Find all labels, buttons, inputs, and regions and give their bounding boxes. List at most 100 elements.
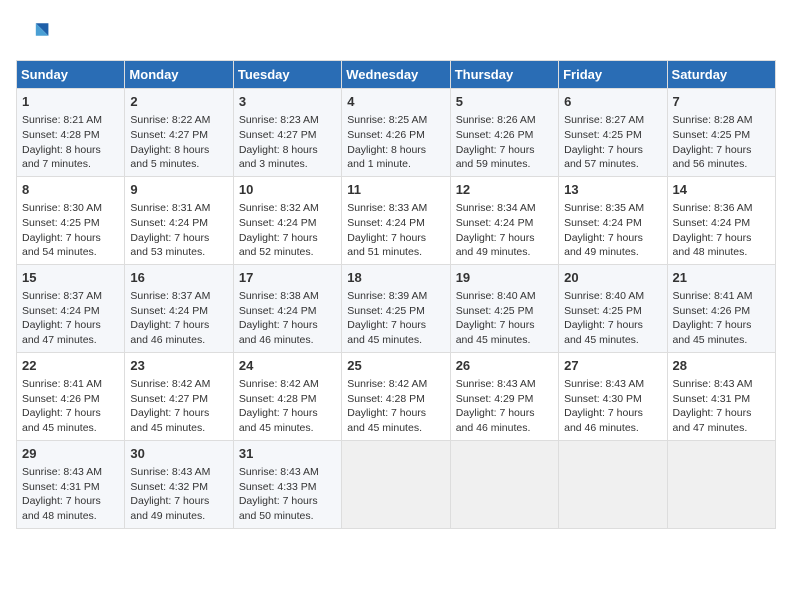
calendar-day-cell: 31 Sunrise: 8:43 AM Sunset: 4:33 PM Dayl… [233,440,341,528]
sunrise-text: Sunrise: 8:37 AM [130,290,210,302]
sunset-text: Sunset: 4:31 PM [673,393,751,405]
sunset-text: Sunset: 4:24 PM [456,217,534,229]
sunset-text: Sunset: 4:24 PM [130,217,208,229]
calendar-day-cell: 23 Sunrise: 8:42 AM Sunset: 4:27 PM Dayl… [125,352,233,440]
sunset-text: Sunset: 4:25 PM [564,129,642,141]
day-number: 31 [239,445,336,463]
sunrise-text: Sunrise: 8:42 AM [239,378,319,390]
day-number: 1 [22,93,119,111]
calendar-day-cell: 21 Sunrise: 8:41 AM Sunset: 4:26 PM Dayl… [667,264,775,352]
day-number: 21 [673,269,770,287]
day-number: 24 [239,357,336,375]
sunrise-text: Sunrise: 8:43 AM [564,378,644,390]
calendar-day-cell [450,440,558,528]
sunrise-text: Sunrise: 8:23 AM [239,114,319,126]
sunset-text: Sunset: 4:24 PM [239,217,317,229]
daylight-text: Daylight: 7 hours and 45 minutes. [347,319,426,346]
calendar-day-cell: 16 Sunrise: 8:37 AM Sunset: 4:24 PM Dayl… [125,264,233,352]
sunrise-text: Sunrise: 8:42 AM [130,378,210,390]
daylight-text: Daylight: 7 hours and 48 minutes. [673,232,752,259]
day-number: 25 [347,357,444,375]
daylight-text: Daylight: 7 hours and 45 minutes. [564,319,643,346]
calendar-day-cell: 11 Sunrise: 8:33 AM Sunset: 4:24 PM Dayl… [342,176,450,264]
sunset-text: Sunset: 4:24 PM [673,217,751,229]
day-number: 2 [130,93,227,111]
sunset-text: Sunset: 4:25 PM [564,305,642,317]
sunrise-text: Sunrise: 8:35 AM [564,202,644,214]
calendar-day-cell: 25 Sunrise: 8:42 AM Sunset: 4:28 PM Dayl… [342,352,450,440]
day-number: 11 [347,181,444,199]
calendar-day-cell: 15 Sunrise: 8:37 AM Sunset: 4:24 PM Dayl… [17,264,125,352]
day-number: 19 [456,269,553,287]
daylight-text: Daylight: 7 hours and 59 minutes. [456,144,535,171]
day-number: 10 [239,181,336,199]
sunrise-text: Sunrise: 8:36 AM [673,202,753,214]
daylight-text: Daylight: 7 hours and 52 minutes. [239,232,318,259]
sunset-text: Sunset: 4:24 PM [22,305,100,317]
daylight-text: Daylight: 7 hours and 47 minutes. [673,407,752,434]
sunset-text: Sunset: 4:27 PM [239,129,317,141]
sunrise-text: Sunrise: 8:25 AM [347,114,427,126]
daylight-text: Daylight: 7 hours and 49 minutes. [456,232,535,259]
calendar-week-row: 8 Sunrise: 8:30 AM Sunset: 4:25 PM Dayli… [17,176,776,264]
sunrise-text: Sunrise: 8:30 AM [22,202,102,214]
sunset-text: Sunset: 4:32 PM [130,481,208,493]
calendar-day-cell: 24 Sunrise: 8:42 AM Sunset: 4:28 PM Dayl… [233,352,341,440]
day-number: 22 [22,357,119,375]
calendar-day-cell: 22 Sunrise: 8:41 AM Sunset: 4:26 PM Dayl… [17,352,125,440]
calendar-day-cell [342,440,450,528]
sunrise-text: Sunrise: 8:43 AM [130,466,210,478]
weekday-header-cell: Monday [125,61,233,89]
daylight-text: Daylight: 7 hours and 45 minutes. [22,407,101,434]
calendar-day-cell: 6 Sunrise: 8:27 AM Sunset: 4:25 PM Dayli… [559,89,667,177]
sunset-text: Sunset: 4:26 PM [673,305,751,317]
sunset-text: Sunset: 4:28 PM [22,129,100,141]
daylight-text: Daylight: 7 hours and 50 minutes. [239,495,318,522]
logo [16,16,56,52]
day-number: 30 [130,445,227,463]
day-number: 17 [239,269,336,287]
sunrise-text: Sunrise: 8:28 AM [673,114,753,126]
calendar-day-cell: 13 Sunrise: 8:35 AM Sunset: 4:24 PM Dayl… [559,176,667,264]
daylight-text: Daylight: 7 hours and 48 minutes. [22,495,101,522]
calendar-day-cell: 30 Sunrise: 8:43 AM Sunset: 4:32 PM Dayl… [125,440,233,528]
sunrise-text: Sunrise: 8:21 AM [22,114,102,126]
daylight-text: Daylight: 7 hours and 45 minutes. [673,319,752,346]
calendar-day-cell: 27 Sunrise: 8:43 AM Sunset: 4:30 PM Dayl… [559,352,667,440]
weekday-header-cell: Sunday [17,61,125,89]
calendar-day-cell: 1 Sunrise: 8:21 AM Sunset: 4:28 PM Dayli… [17,89,125,177]
sunrise-text: Sunrise: 8:41 AM [22,378,102,390]
daylight-text: Daylight: 7 hours and 45 minutes. [456,319,535,346]
daylight-text: Daylight: 7 hours and 54 minutes. [22,232,101,259]
sunrise-text: Sunrise: 8:32 AM [239,202,319,214]
sunrise-text: Sunrise: 8:40 AM [456,290,536,302]
sunrise-text: Sunrise: 8:43 AM [22,466,102,478]
sunset-text: Sunset: 4:28 PM [347,393,425,405]
sunset-text: Sunset: 4:24 PM [564,217,642,229]
daylight-text: Daylight: 7 hours and 51 minutes. [347,232,426,259]
sunset-text: Sunset: 4:25 PM [673,129,751,141]
weekday-header-cell: Friday [559,61,667,89]
calendar-table: SundayMondayTuesdayWednesdayThursdayFrid… [16,60,776,529]
day-number: 14 [673,181,770,199]
sunset-text: Sunset: 4:28 PM [239,393,317,405]
sunrise-text: Sunrise: 8:22 AM [130,114,210,126]
logo-icon [16,16,52,52]
daylight-text: Daylight: 8 hours and 7 minutes. [22,144,101,171]
calendar-day-cell: 26 Sunrise: 8:43 AM Sunset: 4:29 PM Dayl… [450,352,558,440]
sunrise-text: Sunrise: 8:31 AM [130,202,210,214]
day-number: 18 [347,269,444,287]
sunset-text: Sunset: 4:25 PM [456,305,534,317]
sunrise-text: Sunrise: 8:43 AM [456,378,536,390]
calendar-day-cell: 7 Sunrise: 8:28 AM Sunset: 4:25 PM Dayli… [667,89,775,177]
sunrise-text: Sunrise: 8:40 AM [564,290,644,302]
calendar-day-cell: 18 Sunrise: 8:39 AM Sunset: 4:25 PM Dayl… [342,264,450,352]
day-number: 16 [130,269,227,287]
day-number: 4 [347,93,444,111]
day-number: 9 [130,181,227,199]
sunset-text: Sunset: 4:27 PM [130,393,208,405]
sunset-text: Sunset: 4:31 PM [22,481,100,493]
day-number: 5 [456,93,553,111]
sunrise-text: Sunrise: 8:42 AM [347,378,427,390]
calendar-day-cell: 10 Sunrise: 8:32 AM Sunset: 4:24 PM Dayl… [233,176,341,264]
